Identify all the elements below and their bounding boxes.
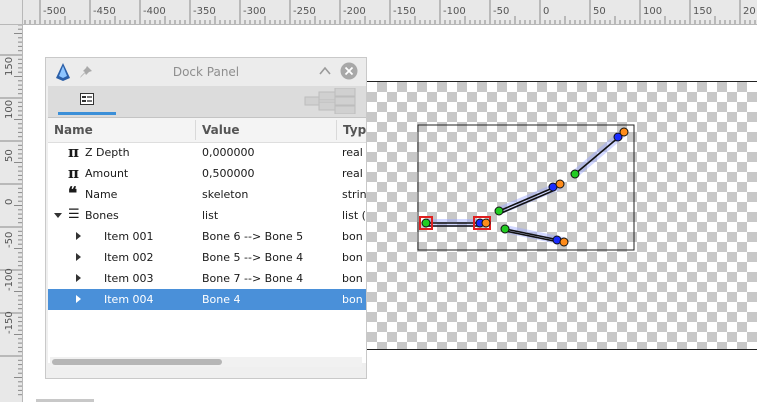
param-type: list ( [342, 209, 366, 222]
list-icon: ☰ [68, 207, 80, 222]
ruler-label: -150 [393, 6, 416, 17]
vertical-ruler[interactable]: 150 100 50 0 -50 -100 -150 [0, 24, 23, 402]
param-name: Amount [85, 167, 129, 180]
ruler-label: 0 [4, 199, 15, 205]
pi-icon: π [68, 143, 79, 161]
ruler-label: -450 [93, 6, 116, 17]
ruler-label: -400 [143, 6, 166, 17]
param-row-z-depth[interactable]: π Z Depth 0,000000 real [48, 142, 366, 163]
param-value[interactable]: Bone 7 --> Bone 4 [202, 272, 303, 285]
params-tree[interactable]: Name Value Typ π Z Depth 0,000000 real π… [48, 118, 366, 363]
pi-icon: π [68, 164, 79, 182]
expand-right-icon[interactable] [76, 274, 81, 282]
params-tab[interactable] [58, 90, 116, 115]
param-value[interactable]: 0,500000 [202, 167, 255, 180]
param-value[interactable]: 0,000000 [202, 146, 255, 159]
drag-grip-icon[interactable] [303, 87, 363, 118]
ruler-label: 100 [643, 6, 662, 17]
param-row-item[interactable]: Item 002 Bone 5 --> Bone 4 bon [48, 247, 366, 268]
column-header-value[interactable]: Value [202, 123, 240, 137]
horizontal-scrollbar[interactable] [50, 357, 362, 367]
param-name: Item 002 [104, 251, 154, 264]
ruler-label: -50 [493, 6, 509, 17]
param-type: real [342, 146, 363, 159]
tip-handle [555, 179, 565, 189]
param-row-amount[interactable]: π Amount 0,500000 real [48, 163, 366, 184]
param-type: strin [342, 188, 366, 201]
horizontal-ruler[interactable]: -500 -450 -400 -350 -300 -250 -200 -150 -100 -50 0… [0, 0, 757, 25]
param-name: Z Depth [85, 146, 130, 159]
origin-handle [570, 169, 580, 179]
tip-handle [481, 218, 491, 228]
param-name: Item 004 [104, 293, 154, 306]
ruler-label: 0 [543, 6, 549, 17]
param-type: real [342, 167, 363, 180]
origin-handle [421, 218, 431, 228]
ruler-label: -350 [193, 6, 216, 17]
param-type: bon [342, 293, 363, 306]
column-divider[interactable] [195, 120, 196, 140]
bone-link [498, 186, 556, 212]
ruler-label: 100 [4, 100, 15, 119]
close-icon[interactable] [340, 62, 358, 84]
column-header-type[interactable]: Typ [343, 123, 366, 137]
tree-header: Name Value Typ [48, 118, 366, 143]
param-value[interactable]: Bone 6 --> Bone 5 [202, 230, 303, 243]
ruler-label: 20 [743, 6, 756, 17]
ruler-label: -50 [4, 232, 15, 248]
ruler-label: 50 [593, 6, 606, 17]
param-row-item[interactable]: Item 003 Bone 7 --> Bone 4 bon [48, 268, 366, 289]
dock-toolbar [48, 86, 366, 118]
param-type: bon [342, 230, 363, 243]
expand-right-icon[interactable] [76, 253, 81, 261]
param-row-item[interactable]: Item 001 Bone 6 --> Bone 5 bon [48, 226, 366, 247]
app-logo-icon [54, 62, 72, 86]
param-name: Bones [85, 209, 119, 222]
expand-down-icon[interactable] [54, 213, 62, 218]
dock-title-bar[interactable]: Dock Panel [46, 58, 366, 86]
param-row-name[interactable]: ❝ Name skeleton strin [48, 184, 366, 205]
param-type: bon [342, 272, 363, 285]
param-name: Name [85, 188, 118, 201]
origin-handle [494, 206, 504, 216]
dock-panel: Dock Panel Name Value Typ π Z Depth 0,00… [45, 57, 367, 379]
expand-right-icon[interactable] [76, 232, 81, 240]
ruler-label: -100 [443, 6, 466, 17]
ruler-label: 150 [4, 57, 15, 76]
param-row-item-selected[interactable]: Item 004 Bone 4 bon [48, 289, 366, 310]
param-value[interactable]: skeleton [202, 188, 248, 201]
param-row-bones[interactable]: ☰ Bones list list ( [48, 205, 366, 226]
param-value[interactable]: Bone 5 --> Bone 4 [202, 251, 303, 264]
param-value[interactable]: Bone 4 [202, 293, 241, 306]
expand-right-icon[interactable] [76, 295, 81, 303]
quote-icon: ❝ [68, 184, 78, 204]
param-value[interactable]: list [202, 209, 218, 222]
tip-handle [619, 127, 629, 137]
ruler-label: -200 [343, 6, 366, 17]
pin-icon[interactable] [79, 64, 93, 83]
ruler-label: -300 [243, 6, 266, 17]
param-type: bon [342, 251, 363, 264]
tip-handle [559, 237, 569, 247]
origin-handle [500, 224, 510, 234]
params-icon [80, 93, 94, 105]
ruler-label: -500 [43, 6, 66, 17]
column-divider[interactable] [336, 120, 337, 140]
chevron-up-icon[interactable] [318, 63, 332, 82]
ruler-label: 50 [4, 149, 15, 162]
ruler-label: -250 [293, 6, 316, 17]
ruler-corner [0, 0, 23, 25]
param-name: Item 003 [104, 272, 154, 285]
ruler-label: -100 [4, 268, 15, 291]
scrollbar-thumb[interactable] [52, 359, 222, 365]
column-header-name[interactable]: Name [54, 123, 93, 137]
bone-link [574, 136, 620, 175]
param-name: Item 001 [104, 230, 154, 243]
ruler-label: 150 [693, 6, 712, 17]
ruler-label: -150 [4, 311, 15, 334]
